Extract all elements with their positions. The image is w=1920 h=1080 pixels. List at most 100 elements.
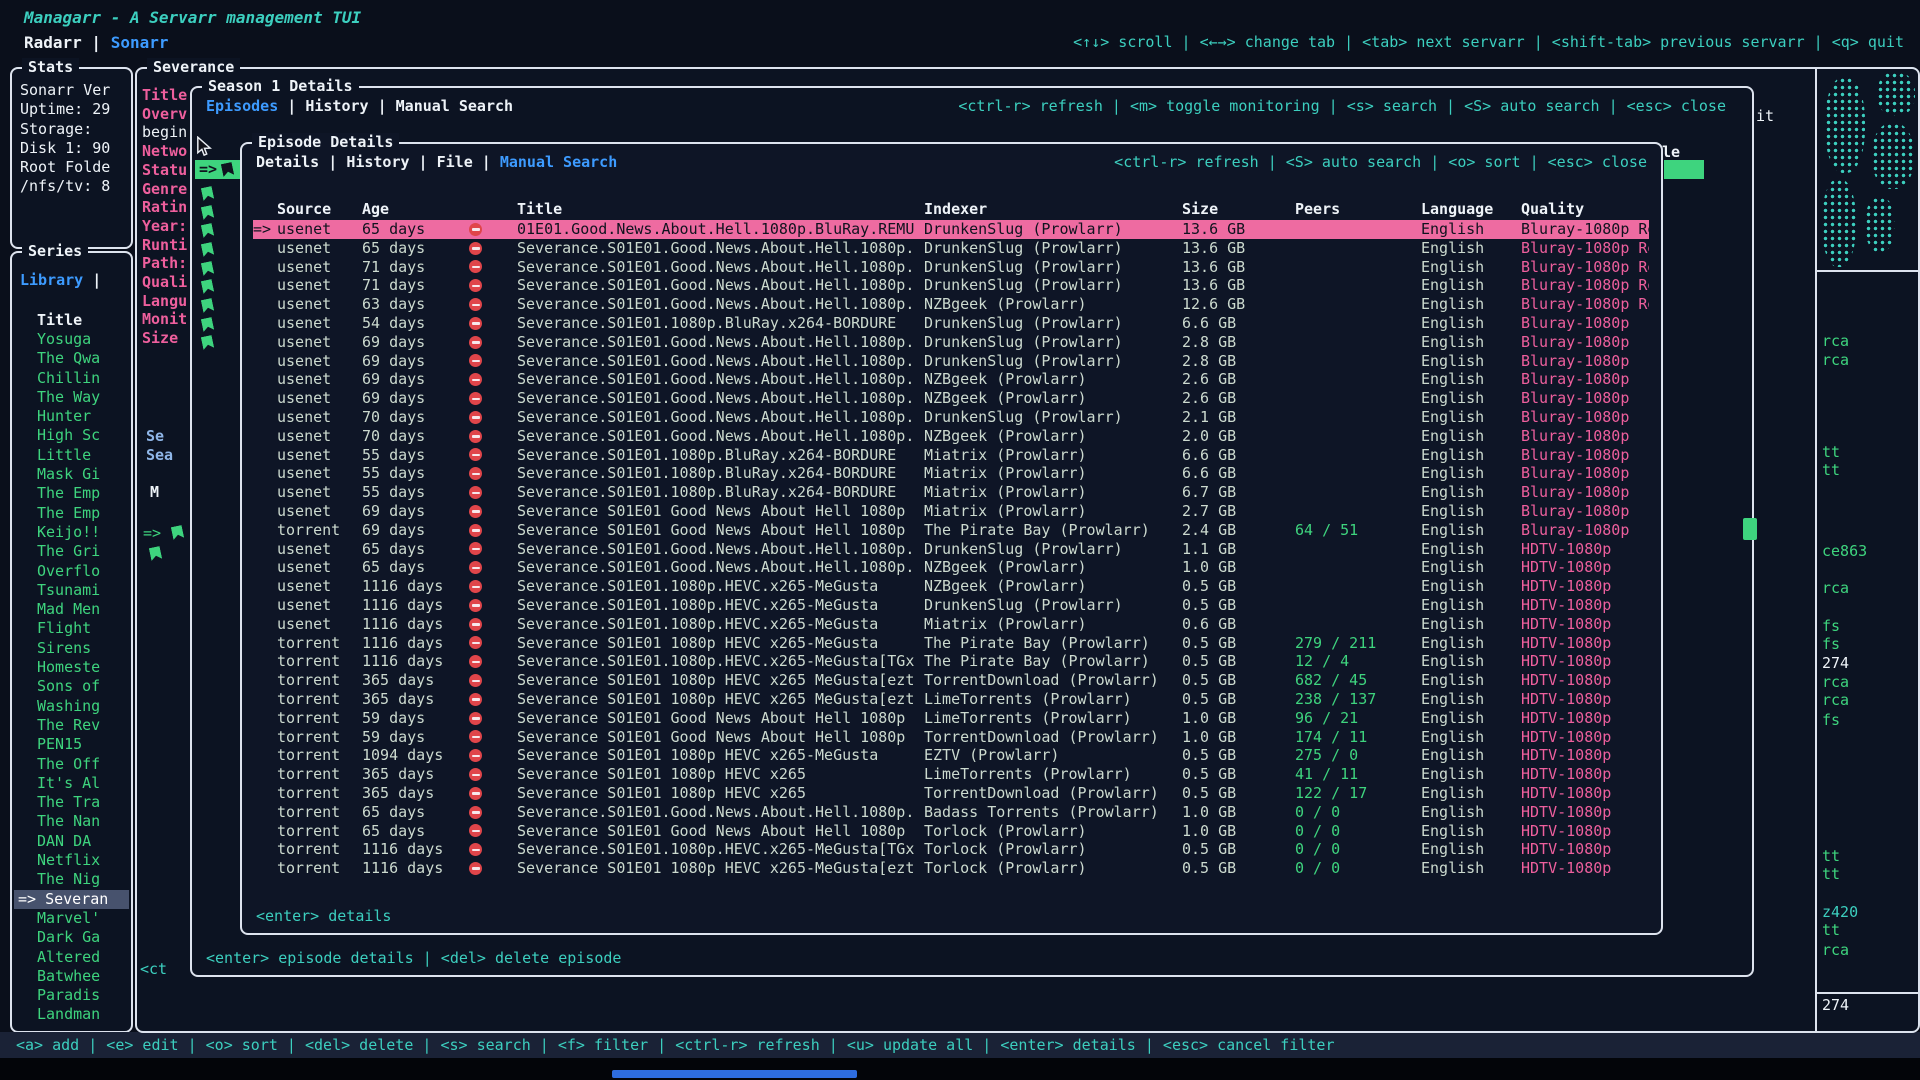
result-row[interactable]: usenet69 daysSeverance.S01E01.Good.News.… — [253, 333, 1649, 352]
series-item[interactable]: Marvel' — [14, 909, 129, 928]
result-row[interactable]: torrent1094 daysSeverance S01E01 1080p H… — [253, 746, 1649, 765]
result-row[interactable]: usenet1116 daysSeverance.S01E01.1080p.HE… — [253, 596, 1649, 615]
stat-line: Sonarr Ver — [20, 81, 129, 100]
result-row[interactable]: =>usenet65 days01E01.Good.News.About.Hel… — [253, 220, 1649, 239]
series-item[interactable]: => Severan — [14, 890, 129, 909]
series-item[interactable]: Altered — [14, 948, 129, 967]
result-row[interactable]: torrent1116 daysSeverance.S01E01.1080p.H… — [253, 840, 1649, 859]
result-row[interactable]: usenet70 daysSeverance.S01E01.Good.News.… — [253, 408, 1649, 427]
episode-row-fragment[interactable] — [202, 315, 213, 334]
series-item[interactable]: The Tra — [14, 793, 129, 812]
cell-size: 0.5 GB — [1182, 690, 1295, 709]
scrollbar-thumb[interactable] — [1743, 518, 1757, 540]
series-item[interactable]: Sirens — [14, 639, 129, 658]
result-row[interactable]: usenet54 daysSeverance.S01E01.1080p.BluR… — [253, 314, 1649, 333]
servarr-tab-sonarr[interactable]: Sonarr — [111, 33, 169, 52]
result-row[interactable]: usenet65 daysSeverance.S01E01.Good.News.… — [253, 239, 1649, 258]
tab-library[interactable]: Library — [20, 271, 83, 289]
series-item[interactable]: The Nig — [14, 870, 129, 889]
result-row[interactable]: torrent1116 daysSeverance S01E01 1080p H… — [253, 634, 1649, 653]
series-item[interactable]: The Rev — [14, 716, 129, 735]
selected-episode-row-fragment[interactable]: => — [195, 160, 243, 179]
series-item[interactable]: The Nan — [14, 812, 129, 831]
tab-file[interactable]: File — [437, 153, 473, 171]
result-row[interactable]: torrent365 daysSeverance S01E01 1080p HE… — [253, 671, 1649, 690]
tab-manual-search[interactable]: Manual Search — [396, 97, 513, 115]
result-row[interactable]: usenet69 daysSeverance.S01E01.Good.News.… — [253, 389, 1649, 408]
result-row[interactable]: usenet71 daysSeverance.S01E01.Good.News.… — [253, 258, 1649, 277]
episode-row-fragment[interactable] — [202, 334, 213, 353]
result-row[interactable]: usenet55 daysSeverance.S01E01.1080p.BluR… — [253, 483, 1649, 502]
series-item[interactable]: Keijo!! — [14, 523, 129, 542]
series-item[interactable]: Tsunami — [14, 581, 129, 600]
episode-row-fragment[interactable] — [202, 240, 213, 259]
episode-row-fragment[interactable] — [202, 203, 213, 222]
tab-details[interactable]: Details — [256, 153, 319, 171]
result-row[interactable]: torrent65 daysSeverance.S01E01.Good.News… — [253, 803, 1649, 822]
series-item[interactable]: Washing — [14, 697, 129, 716]
result-row[interactable]: usenet63 daysSeverance.S01E01.Good.News.… — [253, 295, 1649, 314]
rejected-icon — [469, 505, 482, 518]
cell-rejection — [465, 336, 517, 349]
series-item[interactable]: Mask Gi — [14, 465, 129, 484]
result-row[interactable]: torrent1116 daysSeverance S01E01 1080p H… — [253, 859, 1649, 878]
tab-history[interactable]: History — [305, 97, 368, 115]
text-fragment: le — [1662, 143, 1680, 161]
tab-manual-search[interactable]: Manual Search — [500, 153, 617, 171]
servarr-tab-radarr[interactable]: Radarr — [24, 33, 82, 52]
result-row[interactable]: usenet1116 daysSeverance.S01E01.1080p.HE… — [253, 615, 1649, 634]
series-item[interactable]: Little — [14, 446, 129, 465]
result-row[interactable]: usenet71 daysSeverance.S01E01.Good.News.… — [253, 276, 1649, 295]
episode-row-fragment[interactable] — [202, 259, 213, 278]
series-item[interactable]: The Off — [14, 755, 129, 774]
result-row[interactable]: torrent365 daysSeverance S01E01 1080p HE… — [253, 784, 1649, 803]
tab-episodes[interactable]: Episodes — [206, 97, 278, 115]
episode-row-fragment[interactable] — [202, 277, 213, 296]
result-row[interactable]: usenet1116 daysSeverance.S01E01.1080p.HE… — [253, 577, 1649, 596]
result-row[interactable]: usenet55 daysSeverance.S01E01.1080p.BluR… — [253, 464, 1649, 483]
series-item[interactable]: Dark Ga — [14, 928, 129, 947]
series-item[interactable]: Landman — [14, 1005, 129, 1024]
result-row[interactable]: torrent59 daysSeverance S01E01 Good News… — [253, 709, 1649, 728]
episode-row-fragment[interactable] — [202, 221, 213, 240]
series-item[interactable]: Yosuga — [14, 330, 129, 349]
result-row[interactable]: usenet70 daysSeverance.S01E01.Good.News.… — [253, 427, 1649, 446]
series-item[interactable]: Flight — [14, 619, 129, 638]
result-row[interactable]: usenet65 daysSeverance.S01E01.Good.News.… — [253, 540, 1649, 559]
series-item[interactable]: Paradis — [14, 986, 129, 1005]
rejected-icon — [469, 693, 482, 706]
series-item[interactable]: Hunter — [14, 407, 129, 426]
series-item[interactable]: Overflo — [14, 562, 129, 581]
result-row[interactable]: usenet65 daysSeverance.S01E01.Good.News.… — [253, 558, 1649, 577]
series-item[interactable]: Mad Men — [14, 600, 129, 619]
series-item[interactable]: Sons of — [14, 677, 129, 696]
series-item[interactable]: The Emp — [14, 484, 129, 503]
series-item[interactable]: The Gri — [14, 542, 129, 561]
series-item[interactable]: Homeste — [14, 658, 129, 677]
tab-history[interactable]: History — [346, 153, 409, 171]
episode-row-fragment[interactable] — [202, 296, 213, 315]
series-item[interactable]: The Emp — [14, 504, 129, 523]
result-row[interactable]: torrent365 daysSeverance S01E01 1080p HE… — [253, 765, 1649, 784]
series-item[interactable]: Batwhee — [14, 967, 129, 986]
series-item[interactable]: The Way — [14, 388, 129, 407]
series-item[interactable]: It's Al — [14, 774, 129, 793]
result-row[interactable]: usenet55 daysSeverance.S01E01.1080p.BluR… — [253, 446, 1649, 465]
series-item[interactable]: DAN DA — [14, 832, 129, 851]
result-row[interactable]: torrent65 daysSeverance S01E01 Good News… — [253, 822, 1649, 841]
result-row[interactable]: usenet69 daysSeverance.S01E01.Good.News.… — [253, 370, 1649, 389]
series-item[interactable]: Netflix — [14, 851, 129, 870]
series-item[interactable]: High Sc — [14, 426, 129, 445]
series-item[interactable]: PEN15 — [14, 735, 129, 754]
result-row[interactable]: torrent1116 daysSeverance.S01E01.1080p.H… — [253, 652, 1649, 671]
result-row[interactable]: usenet69 daysSeverance S01E01 Good News … — [253, 502, 1649, 521]
result-row[interactable]: torrent69 daysSeverance S01E01 Good News… — [253, 521, 1649, 540]
row-selector: => — [253, 220, 277, 239]
series-item[interactable]: Chillin — [14, 369, 129, 388]
result-row[interactable]: torrent59 daysSeverance S01E01 Good News… — [253, 728, 1649, 747]
result-row[interactable]: torrent365 daysSeverance S01E01 1080p HE… — [253, 690, 1649, 709]
series-item[interactable]: The Qwa — [14, 349, 129, 368]
result-row[interactable]: usenet69 daysSeverance.S01E01.Good.News.… — [253, 352, 1649, 371]
episode-row-fragment[interactable] — [202, 184, 213, 203]
monitored-tag-icon — [201, 261, 214, 276]
